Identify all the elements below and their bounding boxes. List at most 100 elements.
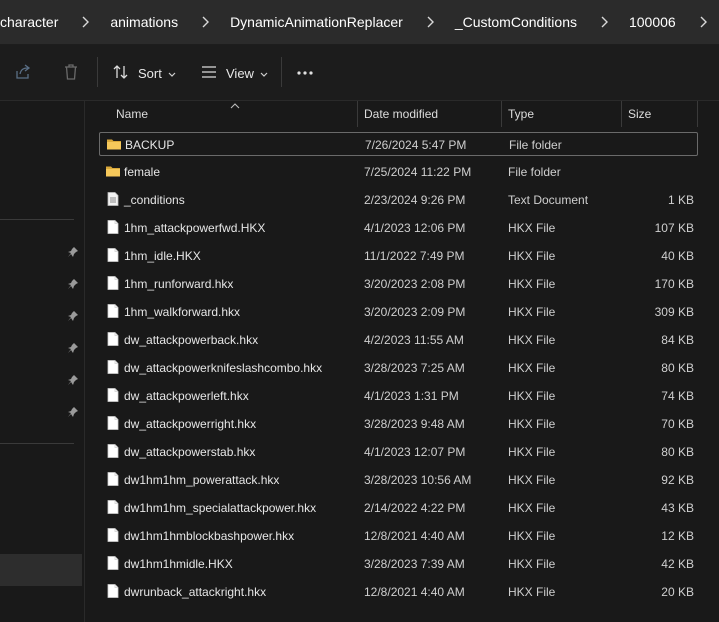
file-icon: [105, 527, 121, 543]
file-row[interactable]: dwrunback_attackright.hkx 12/8/2021 4:40 …: [99, 580, 698, 604]
chevron-down-icon: [168, 66, 176, 81]
pin-icon[interactable]: [67, 278, 79, 290]
file-size: 12 KB: [661, 529, 694, 543]
more-dots-icon: [296, 63, 314, 84]
file-type: HKX File: [508, 305, 556, 319]
column-header-size[interactable]: Size: [628, 107, 651, 121]
pin-icon[interactable]: [67, 374, 79, 386]
file-type: HKX File: [508, 221, 556, 235]
file-size: 92 KB: [661, 473, 694, 487]
file-row[interactable]: dw1hm1hmidle.HKX 3/28/2023 7:39 AM HKX Fil…: [99, 552, 698, 576]
file-type: HKX File: [508, 473, 556, 487]
file-name: dw1hm1hmblockbashpower.hkx: [124, 529, 295, 543]
view-label: View: [226, 66, 254, 81]
file-row[interactable]: 1hm_idle.HKX 11/1/2022 7:49 PM HKX File 40 …: [99, 244, 698, 268]
file-size: 1 KB: [667, 193, 694, 207]
file-size: 40 KB: [661, 249, 694, 263]
breadcrumb-item-character[interactable]: character: [0, 14, 58, 30]
breadcrumb-item-100006[interactable]: 100006: [629, 14, 676, 30]
file-type: HKX File: [508, 557, 556, 571]
file-row[interactable]: dw_attackpowerright.hkx 3/28/2023 9:48 AM…: [99, 412, 698, 436]
file-icon: [105, 247, 121, 263]
file-type: HKX File: [508, 529, 556, 543]
sort-button[interactable]: Sort: [112, 63, 176, 84]
sort-label: Sort: [138, 66, 162, 81]
file-icon: [105, 219, 121, 235]
file-type: HKX File: [508, 277, 556, 291]
file-size: 80 KB: [661, 361, 694, 375]
file-date-modified: 12/8/2021 4:40 AM: [364, 529, 465, 543]
file-row[interactable]: dw_attackpowerleft.hkx 4/1/2023 1:31 PM HK…: [99, 384, 698, 408]
file-size: 43 KB: [661, 501, 694, 515]
file-icon: [105, 303, 121, 319]
sort-icon: [112, 63, 130, 84]
file-date-modified: 4/1/2023 12:06 PM: [364, 221, 466, 235]
file-type: File folder: [508, 165, 561, 179]
file-name: 1hm_idle.HKX: [124, 249, 201, 263]
file-row[interactable]: 1hm_attackpowerfwd.HKX 4/1/2023 12:06 PM H…: [99, 216, 698, 240]
file-row[interactable]: 1hm_walkforward.hkx 3/20/2023 2:09 PM HKX …: [99, 300, 698, 324]
file-type: HKX File: [508, 445, 556, 459]
column-divider[interactable]: [357, 101, 358, 127]
column-divider[interactable]: [501, 101, 502, 127]
file-row[interactable]: dw_attackpowerknifeslashcombo.hkx 3/28/20…: [99, 356, 698, 380]
file-date-modified: 4/1/2023 12:07 PM: [364, 445, 466, 459]
file-date-modified: 3/28/2023 7:39 AM: [364, 557, 465, 571]
pin-icon[interactable]: [67, 342, 79, 354]
file-row[interactable]: dw_attackpowerback.hkx 4/2/2023 11:55 AM H…: [99, 328, 698, 352]
column-header-date[interactable]: Date modified: [364, 107, 438, 121]
file-type: HKX File: [508, 249, 556, 263]
column-divider[interactable]: [621, 101, 622, 127]
file-icon: [105, 499, 121, 515]
file-date-modified: 4/1/2023 1:31 PM: [364, 389, 459, 403]
chevron-right-icon: [81, 16, 90, 28]
file-name: dw_attackpowerleft.hkx: [124, 389, 249, 403]
pin-icon[interactable]: [67, 406, 79, 418]
file-row[interactable]: dw_attackpowerstab.hkx 4/1/2023 12:07 PM H…: [99, 440, 698, 464]
toolbar-divider: [281, 57, 282, 87]
file-row[interactable]: dw1hm1hm_powerattack.hkx 3/28/2023 10:56 …: [99, 468, 698, 492]
file-row[interactable]: 1hm_runforward.hkx 3/20/2023 2:08 PM HKX F…: [99, 272, 698, 296]
file-icon: [105, 583, 121, 599]
file-icon: [105, 387, 121, 403]
file-type: HKX File: [508, 417, 556, 431]
file-type: HKX File: [508, 585, 556, 599]
file-name: 1hm_walkforward.hkx: [124, 305, 241, 319]
column-divider[interactable]: [697, 101, 698, 127]
file-date-modified: 3/20/2023 2:08 PM: [364, 277, 466, 291]
share-icon[interactable]: [14, 63, 32, 81]
chevron-right-icon[interactable]: [699, 16, 707, 28]
file-row[interactable]: _conditions 2/23/2024 9:26 PM Text Documen…: [99, 188, 698, 212]
file-size: 70 KB: [661, 417, 694, 431]
file-name: dw1hm1hm_powerattack.hkx: [124, 473, 280, 487]
address-bar[interactable]: character animations DynamicAnimationRep…: [0, 0, 719, 45]
more-options-button[interactable]: [296, 63, 314, 84]
file-size: 42 KB: [661, 557, 694, 571]
column-header-type[interactable]: Type: [508, 107, 534, 121]
file-name: dw_attackpowerknifeslashcombo.hkx: [124, 361, 323, 375]
navigation-pane[interactable]: [0, 101, 85, 622]
file-name: dwrunback_attackright.hkx: [124, 585, 267, 599]
file-icon: [105, 443, 121, 459]
file-row[interactable]: female 7/25/2024 11:22 PM File folder: [99, 160, 698, 184]
file-name: 1hm_attackpowerfwd.HKX: [124, 221, 266, 235]
pin-icon[interactable]: [67, 310, 79, 322]
file-row[interactable]: BACKUP 7/26/2024 5:47 PM File folder: [99, 132, 698, 156]
breadcrumb-item-dynamicanimationreplacer[interactable]: DynamicAnimationReplacer: [230, 14, 403, 30]
file-name: dw_attackpowerright.hkx: [124, 417, 257, 431]
file-date-modified: 3/28/2023 7:25 AM: [364, 361, 465, 375]
pin-icon[interactable]: [67, 246, 79, 258]
file-date-modified: 3/20/2023 2:09 PM: [364, 305, 466, 319]
column-header-name[interactable]: Name: [116, 107, 148, 121]
delete-icon[interactable]: [62, 63, 80, 81]
file-size: 170 KB: [654, 277, 694, 291]
nav-selected-item[interactable]: [0, 554, 82, 586]
breadcrumb-item-animations[interactable]: animations: [110, 14, 178, 30]
breadcrumb-item-customconditions[interactable]: _CustomConditions: [455, 14, 577, 30]
file-row[interactable]: dw1hm1hmblockbashpower.hkx 12/8/2021 4:40…: [99, 524, 698, 548]
file-row[interactable]: dw1hm1hm_specialattackpower.hkx 2/14/2022…: [99, 496, 698, 520]
nav-divider: [0, 443, 74, 444]
file-size: 74 KB: [661, 389, 694, 403]
file-date-modified: 3/28/2023 10:56 AM: [364, 473, 472, 487]
view-button[interactable]: View: [200, 63, 268, 84]
